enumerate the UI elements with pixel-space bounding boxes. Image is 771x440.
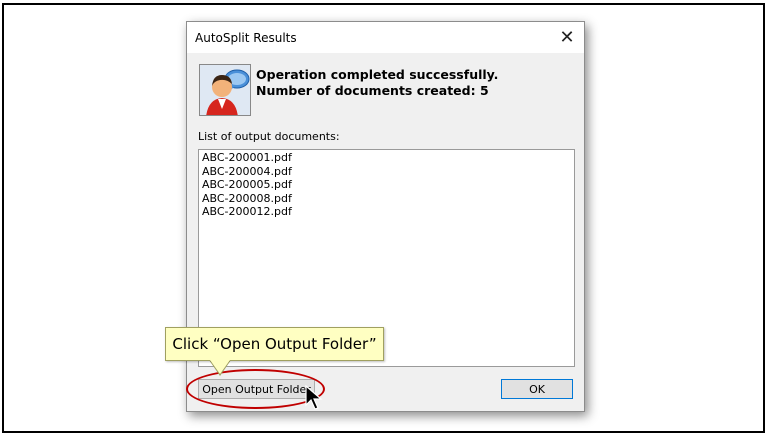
list-item[interactable]: ABC-200005.pdf xyxy=(202,178,571,192)
user-speech-icon xyxy=(199,64,251,116)
status-message: Operation completed successfully. xyxy=(256,67,499,82)
list-item[interactable]: ABC-200004.pdf xyxy=(202,165,571,179)
close-button[interactable]: ✕ xyxy=(550,22,584,53)
dialog-title: AutoSplit Results xyxy=(195,31,297,45)
document-count-message: Number of documents created: 5 xyxy=(256,83,489,98)
title-bar: AutoSplit Results ✕ xyxy=(187,22,584,53)
output-list-label: List of output documents: xyxy=(198,130,340,143)
close-icon: ✕ xyxy=(559,27,575,48)
instruction-callout: Click “Open Output Folder” xyxy=(165,327,384,361)
ok-button[interactable]: OK xyxy=(501,379,573,399)
callout-tail xyxy=(210,360,230,374)
mouse-pointer-icon xyxy=(305,385,323,410)
list-item[interactable]: ABC-200012.pdf xyxy=(202,205,571,219)
list-item[interactable]: ABC-200001.pdf xyxy=(202,151,571,165)
list-item[interactable]: ABC-200008.pdf xyxy=(202,192,571,206)
